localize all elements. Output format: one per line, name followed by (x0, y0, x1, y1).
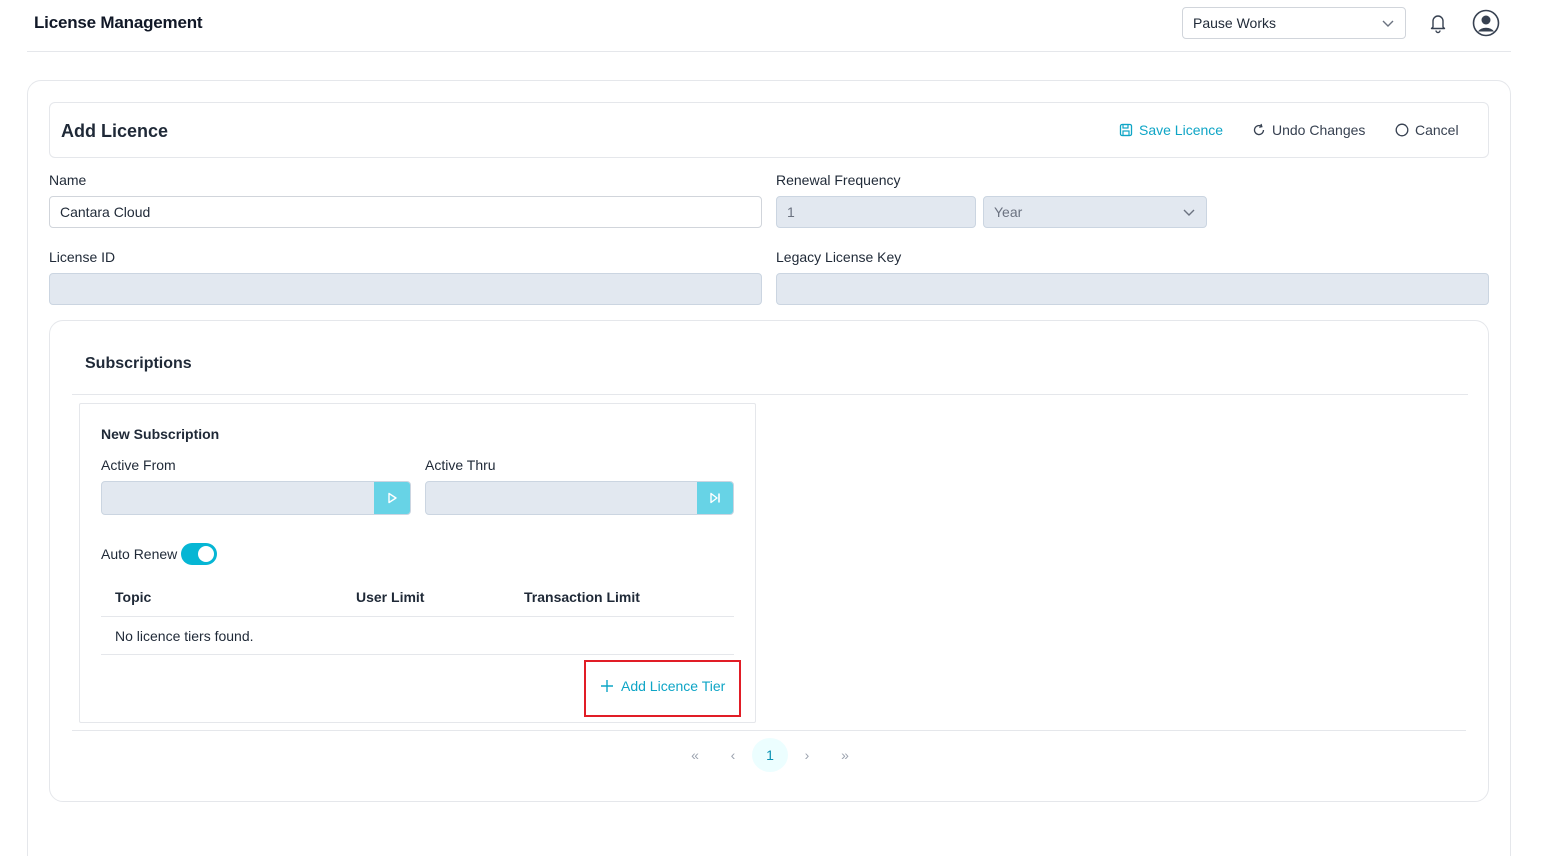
renewal-frequency-label: Renewal Frequency (776, 172, 901, 188)
new-subscription-panel: New Subscription Active From Active Thru… (79, 403, 756, 723)
plus-icon (601, 680, 613, 692)
table-header-divider (101, 616, 734, 617)
auto-renew-toggle[interactable] (181, 543, 217, 565)
name-label: Name (49, 172, 87, 188)
app-title: License Management (34, 13, 203, 32)
active-from-label: Active From (101, 457, 176, 473)
active-thru-input[interactable] (425, 481, 734, 515)
name-input[interactable]: Cantara Cloud (49, 196, 762, 228)
play-icon (388, 492, 397, 504)
auto-renew-label: Auto Renew (101, 546, 178, 562)
undo-changes-button[interactable]: Undo Changes (1252, 122, 1365, 138)
empty-table-message: No licence tiers found. (115, 628, 254, 644)
chevron-down-icon (1183, 209, 1195, 216)
undo-changes-label: Undo Changes (1272, 122, 1366, 138)
subscriptions-card: Subscriptions New Subscription Active Fr… (49, 320, 1489, 802)
cancel-label: Cancel (1415, 122, 1459, 138)
active-from-picker-button[interactable] (374, 482, 410, 514)
column-header-topic: Topic (115, 589, 152, 605)
renewal-count-input[interactable]: 1 (776, 196, 976, 228)
active-from-input[interactable] (101, 481, 411, 515)
toggle-knob (198, 546, 214, 562)
active-thru-picker-button[interactable] (697, 482, 733, 514)
organization-select-value: Pause Works (1193, 15, 1276, 31)
organization-select[interactable]: Pause Works (1182, 7, 1406, 39)
subscriptions-title: Subscriptions (85, 355, 192, 372)
first-page-button[interactable]: « (676, 738, 714, 772)
legacy-license-key-input[interactable] (776, 273, 1489, 305)
save-icon (1119, 123, 1133, 137)
save-licence-label: Save Licence (1139, 122, 1224, 138)
user-avatar-icon[interactable] (1472, 9, 1500, 37)
divider (72, 730, 1466, 731)
skip-forward-icon (710, 492, 720, 504)
circle-icon (1395, 123, 1409, 137)
legacy-license-key-label: Legacy License Key (776, 249, 902, 265)
renewal-unit-select[interactable]: Year (983, 196, 1207, 228)
license-id-input[interactable] (49, 273, 762, 305)
chevron-down-icon (1382, 20, 1394, 27)
column-header-transaction-limit: Transaction Limit (524, 589, 640, 605)
last-page-button[interactable]: » (826, 738, 864, 772)
renewal-unit-value: Year (994, 204, 1023, 220)
top-bar: License Management Pause Works (27, 0, 1511, 52)
cancel-button[interactable]: Cancel (1395, 122, 1459, 138)
add-licence-tier-button[interactable]: Add Licence Tier (600, 678, 725, 694)
renewal-count-value: 1 (787, 204, 795, 220)
undo-icon (1253, 123, 1265, 136)
pagination: « ‹ 1 › » (676, 738, 864, 772)
bell-icon[interactable] (1428, 12, 1448, 34)
new-subscription-heading: New Subscription (101, 426, 220, 442)
column-header-user-limit: User Limit (356, 589, 425, 605)
page-1-button[interactable]: 1 (752, 738, 788, 772)
form-header: Add Licence Save Licence Undo Changes Ca… (49, 102, 1489, 158)
table-footer-divider (101, 654, 734, 655)
divider (72, 394, 1468, 395)
license-id-label: License ID (49, 249, 116, 265)
add-licence-tier-highlight: Add Licence Tier (584, 660, 741, 717)
name-input-value: Cantara Cloud (60, 204, 151, 220)
active-thru-label: Active Thru (425, 457, 496, 473)
save-licence-button[interactable]: Save Licence (1119, 122, 1223, 138)
next-page-button[interactable]: › (788, 738, 826, 772)
add-licence-tier-label: Add Licence Tier (621, 678, 726, 694)
previous-page-button[interactable]: ‹ (714, 738, 752, 772)
page-title: Add Licence (61, 121, 169, 141)
